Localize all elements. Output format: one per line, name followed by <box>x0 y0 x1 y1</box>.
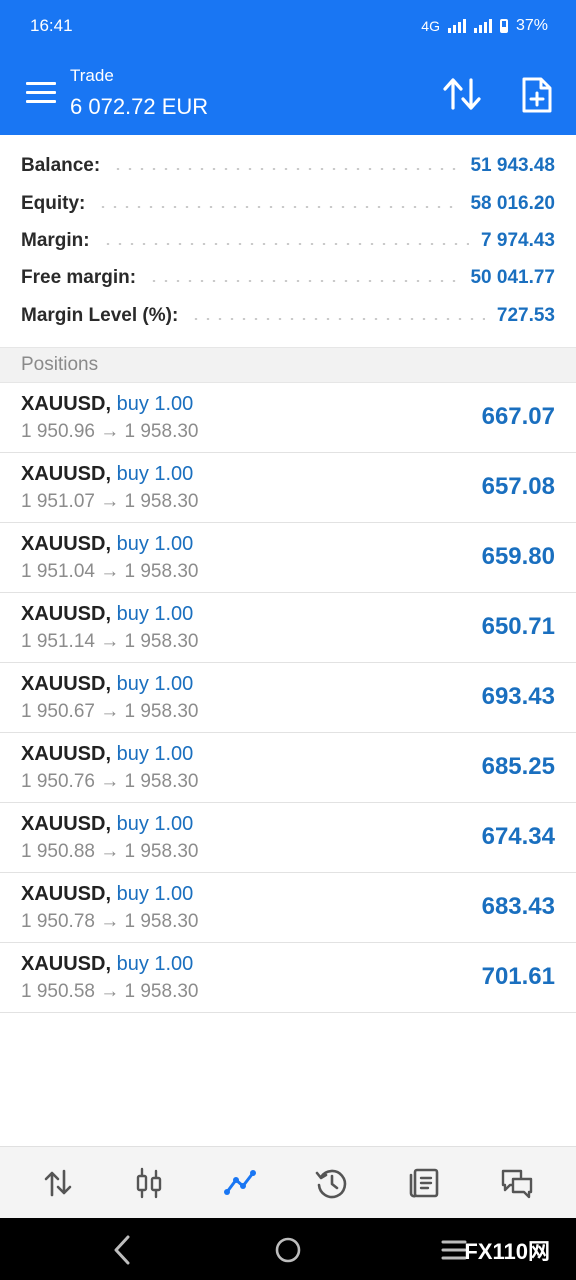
position-side: buy 1.00 <box>116 883 194 905</box>
position-side: buy 1.00 <box>116 953 194 975</box>
position-side: buy 1.00 <box>116 673 194 695</box>
home-icon[interactable] <box>274 1233 302 1267</box>
status-bar: 16:41 4G 37% <box>0 0 576 52</box>
position-prices: 1 950.67 → 1 958.30 <box>21 701 199 722</box>
position-symbol: XAUUSD, <box>21 743 112 765</box>
sort-icon[interactable] <box>442 76 482 112</box>
summary-value: 51 943.48 <box>470 154 555 176</box>
summary-row-balance: Balance: 51 943.48 <box>21 147 555 184</box>
position-row[interactable]: XAUUSD, buy 1.00 1 950.78 → 1 958.30 683… <box>0 873 576 943</box>
position-row[interactable]: XAUUSD, buy 1.00 1 950.96 → 1 958.30 667… <box>0 383 576 453</box>
position-side: buy 1.00 <box>116 463 194 485</box>
position-symbol: XAUUSD, <box>21 603 112 625</box>
positions-header: Positions <box>0 347 576 383</box>
position-symbol: XAUUSD, <box>21 673 112 695</box>
position-row[interactable]: XAUUSD, buy 1.00 1 950.88 → 1 958.30 674… <box>0 803 576 873</box>
new-order-icon[interactable] <box>520 76 554 114</box>
summary-row-equity: Equity: 58 016.20 <box>21 185 555 222</box>
status-time: 16:41 <box>30 16 73 35</box>
page-title: Trade <box>70 66 114 85</box>
system-nav-bar: FX110网 <box>0 1218 576 1280</box>
position-prices: 1 950.76 → 1 958.30 <box>21 771 199 792</box>
menu-icon[interactable] <box>26 82 56 104</box>
position-prices: 1 951.04 → 1 958.30 <box>21 561 199 582</box>
status-indicators: 4G 37% <box>421 17 548 35</box>
position-prices: 1 951.14 → 1 958.30 <box>21 631 199 652</box>
network-label: 4G <box>421 18 440 34</box>
position-row[interactable]: XAUUSD, buy 1.00 1 950.67 → 1 958.30 693… <box>0 663 576 733</box>
position-profit: 685.25 <box>481 753 555 780</box>
news-icon[interactable] <box>407 1165 443 1201</box>
position-row[interactable]: XAUUSD, buy 1.00 1 951.07 → 1 958.30 657… <box>0 453 576 523</box>
account-summary: Balance: 51 943.48 Equity: 58 016.20 Mar… <box>0 135 576 347</box>
position-row[interactable]: XAUUSD, buy 1.00 1 951.04 → 1 958.30 659… <box>0 523 576 593</box>
position-profit: 650.71 <box>481 613 555 640</box>
position-prices: 1 950.88 → 1 958.30 <box>21 841 199 862</box>
position-row[interactable]: XAUUSD, buy 1.00 1 951.14 → 1 958.30 650… <box>0 593 576 663</box>
position-row[interactable]: XAUUSD, buy 1.00 1 950.76 → 1 958.30 685… <box>0 733 576 803</box>
summary-value: 727.53 <box>496 304 555 326</box>
position-profit: 683.43 <box>481 893 555 920</box>
summary-row-margin-level: Margin Level (%): 727.53 <box>21 297 555 334</box>
position-symbol: XAUUSD, <box>21 883 112 905</box>
summary-value: 50 041.77 <box>470 266 555 288</box>
signal-icon-2 <box>473 19 492 33</box>
summary-label: Margin Level (%): <box>21 304 179 326</box>
position-symbol: XAUUSD, <box>21 463 112 485</box>
leader-dots <box>101 242 470 245</box>
position-side: buy 1.00 <box>116 603 194 625</box>
leader-dots <box>190 317 485 320</box>
summary-row-free-margin: Free margin: 50 041.77 <box>21 259 555 296</box>
position-side: buy 1.00 <box>116 743 194 765</box>
bottom-nav <box>0 1146 576 1219</box>
position-prices: 1 950.78 → 1 958.30 <box>21 911 199 932</box>
messages-icon[interactable] <box>499 1165 535 1201</box>
summary-value: 58 016.20 <box>470 192 555 214</box>
watermark-logo: FX110网 <box>464 1239 550 1264</box>
position-prices: 1 951.07 → 1 958.30 <box>21 491 199 512</box>
position-symbol: XAUUSD, <box>21 953 112 975</box>
leader-dots <box>97 205 459 208</box>
position-profit: 659.80 <box>481 543 555 570</box>
summary-label: Equity: <box>21 192 86 214</box>
summary-label: Free margin: <box>21 266 137 288</box>
signal-icon <box>447 19 466 33</box>
battery-icon <box>499 19 508 33</box>
summary-label: Balance: <box>21 154 101 176</box>
position-profit: 693.43 <box>481 683 555 710</box>
trade-icon[interactable] <box>222 1165 258 1201</box>
position-profit: 674.34 <box>481 823 555 850</box>
position-symbol: XAUUSD, <box>21 533 112 555</box>
position-symbol: XAUUSD, <box>21 813 112 835</box>
chart-icon[interactable] <box>131 1165 167 1201</box>
position-prices: 1 950.96 → 1 958.30 <box>21 421 199 442</box>
back-icon[interactable] <box>110 1233 134 1267</box>
position-profit: 667.07 <box>481 403 555 430</box>
summary-label: Margin: <box>21 229 90 251</box>
battery-percent: 37% <box>515 17 548 34</box>
position-row[interactable]: XAUUSD, buy 1.00 1 950.58 → 1 958.30 701… <box>0 943 576 1013</box>
position-prices: 1 950.58 → 1 958.30 <box>21 981 199 1002</box>
quotes-icon[interactable] <box>40 1165 76 1201</box>
position-symbol: XAUUSD, <box>21 393 112 415</box>
position-side: buy 1.00 <box>116 813 194 835</box>
position-side: buy 1.00 <box>116 533 194 555</box>
positions-list: XAUUSD, buy 1.00 1 950.96 → 1 958.30 667… <box>0 383 576 1013</box>
history-icon[interactable] <box>314 1165 350 1201</box>
position-profit: 657.08 <box>481 473 555 500</box>
position-side: buy 1.00 <box>116 393 194 415</box>
position-profit: 701.61 <box>481 963 555 990</box>
header-balance: 6 072.72 EUR <box>70 94 209 119</box>
leader-dots <box>148 279 459 282</box>
summary-row-margin: Margin: 7 974.43 <box>21 222 555 259</box>
leader-dots <box>112 167 459 170</box>
summary-value: 7 974.43 <box>481 229 555 251</box>
app-header: Trade 6 072.72 EUR <box>0 52 576 135</box>
